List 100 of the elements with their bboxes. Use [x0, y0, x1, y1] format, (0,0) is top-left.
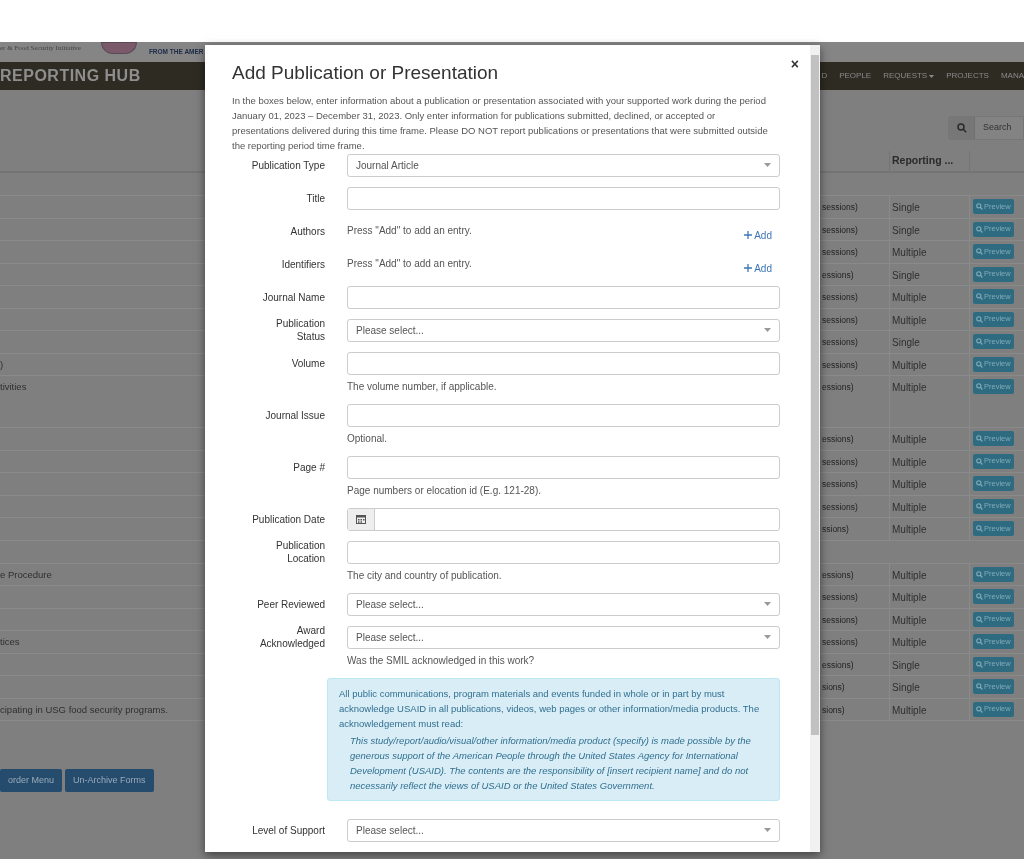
text-input[interactable]	[347, 186, 780, 210]
select-dropdown[interactable]: Please select...	[347, 625, 780, 649]
help-text: The volume number, if applicable.	[347, 380, 498, 393]
notice-text: All public communications, program materials and events funded in whole or in part by must acknowledge USAID in all publications, videos, web pages or other information/media products. The acknowledgement must read:	[339, 686, 761, 731]
table-cell-text: Single	[892, 268, 920, 283]
table-cell-text: tices	[0, 635, 20, 649]
table-cell-text: tivities	[0, 380, 27, 394]
action-button[interactable]: order Menu	[0, 769, 63, 792]
table-cell-text: Multiple	[892, 568, 927, 583]
table-cell: ssions)	[822, 523, 849, 536]
search-field[interactable]: Search	[948, 116, 1024, 140]
text-input[interactable]	[347, 540, 780, 564]
add-link[interactable]: Add	[744, 227, 772, 243]
field-label: Journal Name	[261, 290, 325, 304]
field-label: Title	[305, 191, 325, 205]
search-icon	[976, 660, 983, 668]
search-icon	[976, 435, 983, 442]
close-button[interactable]: ×	[790, 57, 799, 71]
search-icon	[976, 480, 983, 487]
acknowledgement-quote: This study/report/audio/visual/other information/media product (specify) is made possible by the generous support of the American People through the United States Agency for International Development (USAID). The contents are the responsibility of [insert recipient name] and do not necessarily reflect the views of USAID or the United States Government.	[349, 733, 752, 793]
modal-title: Add Publication or Presentation	[232, 61, 499, 85]
table-cell: sessions)	[822, 291, 858, 304]
table-cell: sessions)	[822, 358, 858, 372]
search-icon	[976, 502, 983, 510]
table-cell-text: Multiple	[892, 703, 927, 718]
help-text: Was the SMIL acknowledged in this work?	[347, 654, 536, 667]
field-label: Peer Reviewed	[256, 597, 325, 611]
table-cell: sessions)	[822, 591, 858, 604]
table-cell: sessions)	[822, 455, 858, 469]
nav-link[interactable]: D	[821, 70, 828, 82]
text-input[interactable]	[347, 455, 780, 479]
add-link[interactable]: Add	[744, 260, 772, 276]
table-cell-text: Multiple	[892, 636, 927, 650]
caret-icon	[764, 602, 771, 606]
table-cell: sions)	[822, 703, 845, 717]
table-cell-text: Multiple	[892, 246, 927, 260]
date-input[interactable]	[347, 507, 780, 531]
table-cell: sessions)	[822, 223, 858, 237]
table-cell: sions)	[822, 681, 845, 694]
caret-icon	[764, 328, 771, 332]
search-icon	[976, 360, 983, 368]
search-icon	[976, 593, 983, 600]
field-label: Publication Location	[275, 539, 325, 565]
empty-list-hint: Press "Add" to add an entry.	[347, 223, 472, 238]
help-text: Page numbers or elocation id (E.g. 121-28).	[347, 484, 542, 497]
table-cell-text: Multiple	[892, 455, 927, 470]
text-input[interactable]	[347, 285, 780, 309]
search-icon	[976, 315, 983, 323]
empty-list-hint: Press "Add" to add an entry.	[347, 256, 472, 271]
table-cell: essions)	[822, 381, 854, 394]
field-label: Publication Date	[251, 512, 325, 526]
plus-icon	[744, 231, 753, 239]
text-input[interactable]	[347, 351, 780, 375]
nav-link[interactable]: PROJECTS	[946, 70, 989, 82]
brand-title: REPORTING HUB	[0, 66, 141, 86]
column-header: Reporting ...	[892, 153, 954, 169]
intro-text: In the boxes below, enter information about a publication or presentation associated with your supported work during the period January 01, 2023 – December 31, 2023. Only enter information for publications submitted, declined, or accepted or presentations delivered during this time frame. Please DO NOT report publications or presentations that were submitted outside the reporting period time frame.	[232, 93, 769, 153]
table-cell-text: Multiple	[892, 381, 927, 395]
text-input[interactable]	[347, 403, 780, 427]
help-text: Optional.	[347, 432, 389, 445]
table-cell: e Procedure	[0, 567, 52, 582]
calendar-icon	[356, 514, 366, 524]
table-cell-text: Single	[892, 223, 920, 238]
field-label: Publication Status	[275, 317, 325, 343]
caret-icon	[764, 635, 771, 639]
select-dropdown[interactable]: Please select...	[347, 318, 780, 342]
table-cell: sessions)	[822, 336, 858, 349]
search-icon	[956, 123, 967, 133]
table-cell-text: Multiple	[892, 523, 927, 537]
select-dropdown[interactable]: Please select...	[347, 592, 780, 616]
table-cell: essions)	[822, 568, 854, 582]
search-icon	[976, 248, 983, 255]
search-icon	[976, 705, 983, 713]
action-button[interactable]: Un-Archive Forms	[65, 769, 154, 792]
table-cell: sessions)	[822, 313, 858, 327]
search-icon	[976, 615, 983, 623]
search-icon	[976, 225, 983, 233]
table-cell: sessions)	[822, 246, 858, 259]
plus-icon	[744, 264, 753, 272]
field-label: Level of Support	[251, 823, 325, 837]
table-cell: sessions)	[822, 613, 858, 627]
table-cell-text: Multiple	[892, 591, 927, 605]
select-dropdown[interactable]: Please select...	[347, 818, 780, 842]
field-label: Award Acknowledged	[258, 624, 325, 650]
table-cell: sessions)	[822, 636, 858, 649]
select-dropdown[interactable]: Journal Article	[347, 153, 780, 177]
caret-icon	[764, 828, 771, 832]
table-cell: essions)	[822, 268, 854, 282]
table-cell-text: Multiple	[892, 500, 927, 515]
field-label: Publication Type	[250, 158, 325, 172]
nav-link[interactable]: MANA	[1000, 70, 1024, 82]
field-label: Volume	[290, 356, 325, 370]
nav-link[interactable]: REQUESTS	[883, 70, 935, 82]
field-label: Authors	[289, 224, 325, 238]
table-cell-text: Single	[892, 336, 920, 350]
search-icon	[976, 293, 983, 300]
table-cell: sessions)	[822, 478, 858, 491]
table-cell-text: Single	[892, 658, 920, 673]
table-cell-text: Multiple	[892, 313, 927, 328]
nav-link[interactable]: PEOPLE	[839, 70, 872, 82]
